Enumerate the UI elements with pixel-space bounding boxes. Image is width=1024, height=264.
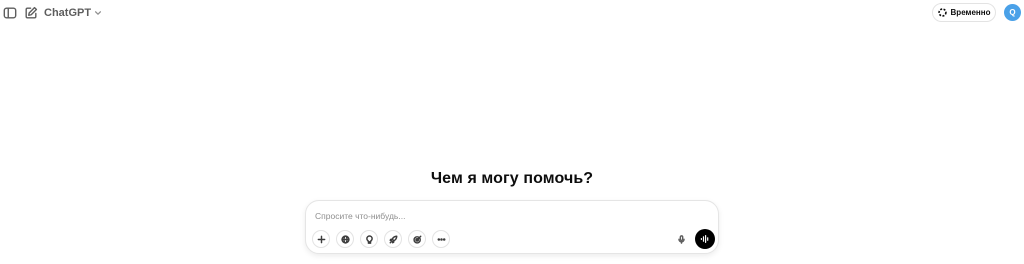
prompt-input[interactable]: [315, 209, 655, 223]
more-tools-button[interactable]: [432, 230, 450, 248]
lightbulb-icon: [365, 234, 373, 244]
prompt-composer: [305, 200, 719, 254]
model-name: ChatGPT: [44, 7, 92, 19]
page-title: Чем я могу помочь?: [430, 170, 594, 187]
target-icon: [412, 235, 421, 244]
dictate-button[interactable]: [672, 230, 690, 248]
sidebar-toggle-icon: [3, 7, 17, 19]
temporary-chat-label: Временно: [950, 8, 991, 17]
chevron-down-icon: [95, 11, 102, 15]
top-bar: ChatGPT Временно Q: [0, 0, 1024, 26]
chatgpt-page: ChatGPT Временно Q Чем я могу помочь?: [0, 0, 1024, 264]
microphone-icon: [677, 234, 685, 244]
temporary-chat-button[interactable]: Временно: [932, 3, 996, 22]
deep-research-button[interactable]: [384, 230, 402, 248]
create-image-button[interactable]: [408, 230, 426, 248]
reason-button[interactable]: [360, 230, 378, 248]
user-avatar[interactable]: Q: [1004, 4, 1021, 21]
model-selector[interactable]: ChatGPT: [44, 5, 102, 21]
new-chat-button[interactable]: [22, 4, 40, 22]
edit-icon: [25, 6, 38, 19]
plus-icon: [317, 235, 325, 243]
web-search-button[interactable]: [336, 230, 354, 248]
attach-button[interactable]: [312, 230, 330, 248]
dashed-circle-icon: [937, 8, 947, 17]
more-icon: [437, 237, 445, 241]
voice-waveform-icon: [700, 235, 709, 243]
sidebar-toggle-button[interactable]: [1, 4, 19, 22]
voice-mode-button[interactable]: [695, 229, 715, 249]
globe-icon: [340, 234, 350, 244]
rocket-icon: [389, 235, 397, 243]
